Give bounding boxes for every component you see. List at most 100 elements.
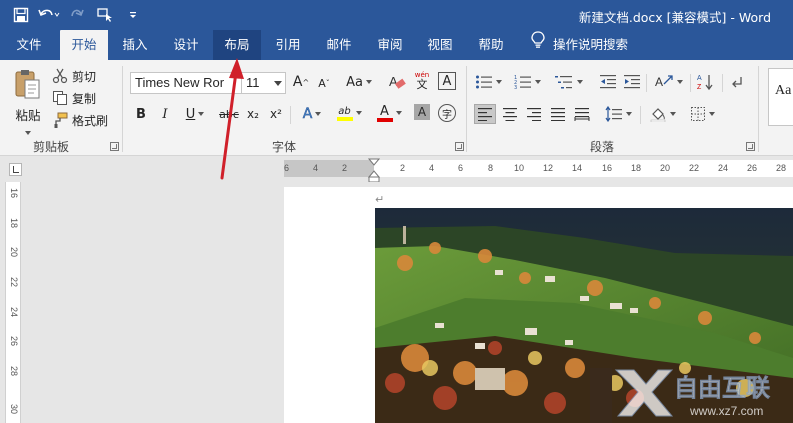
change-case-button[interactable]: Aa (344, 72, 374, 92)
ruler-number: 4 (429, 163, 435, 173)
tell-me-search[interactable]: 操作说明搜索 (531, 30, 628, 60)
format-painter-button[interactable]: 格式刷 (52, 110, 108, 130)
character-shading-button[interactable]: A (414, 104, 430, 120)
ruler-number: 24 (718, 163, 729, 173)
shading-button[interactable] (646, 104, 678, 124)
ribbon-home: 粘贴 剪切 复制 格式刷 剪贴板 Times New Ror 11 A ^ Aˇ … (0, 60, 793, 156)
superscript-button[interactable]: x² (267, 104, 285, 124)
enclose-characters-button[interactable]: 字 (438, 104, 456, 122)
align-right-button[interactable] (524, 104, 544, 124)
ruler-number: 10 (514, 163, 525, 173)
sort-icon[interactable]: AZ (696, 72, 716, 92)
vertical-ruler[interactable]: 16 18 20 22 24 26 28 30 (5, 182, 21, 423)
character-border-icon[interactable]: A (438, 72, 456, 90)
font-name-value: Times New Ror (135, 75, 225, 90)
borders-button[interactable] (686, 104, 718, 124)
horizontal-ruler[interactable]: 6 4 2 2 4 6 8 10 12 14 16 18 20 22 24 26… (284, 160, 793, 177)
indent-markers-icon[interactable] (368, 158, 380, 182)
decrease-indent-icon[interactable] (598, 72, 618, 92)
svg-text:Z: Z (697, 84, 702, 91)
paste-dropdown-icon[interactable] (25, 131, 31, 135)
touch-mode-icon[interactable] (94, 5, 116, 25)
quick-access-toolbar (10, 5, 144, 25)
cut-button[interactable]: 剪切 (52, 66, 96, 86)
clipboard-group-label: 剪贴板 (33, 140, 70, 154)
format-painter-icon (54, 112, 68, 128)
tab-references[interactable]: 引用 (266, 30, 310, 60)
cut-label: 剪切 (72, 69, 97, 84)
copy-button[interactable]: 复制 (52, 88, 96, 108)
font-size-dropdown-icon[interactable] (274, 81, 282, 86)
tab-selector-icon[interactable] (9, 163, 22, 176)
mini-divider (640, 106, 641, 124)
tab-home[interactable]: 开始 (60, 30, 108, 60)
mini-divider (690, 74, 691, 92)
shrink-font-icon[interactable]: Aˇ (316, 73, 332, 93)
font-size-value: 11 (246, 75, 260, 90)
mini-divider (722, 74, 723, 92)
paragraph-launcher-icon[interactable] (746, 142, 755, 151)
tell-me-label: 操作说明搜索 (553, 37, 629, 52)
style-preview: Aa (775, 83, 792, 98)
bullets-button[interactable] (474, 72, 502, 92)
underline-button[interactable]: U (182, 104, 208, 124)
ruler-number: 2 (342, 163, 348, 173)
font-color-button[interactable]: A (374, 103, 404, 123)
tab-file[interactable]: 文件 (10, 30, 48, 60)
clear-formatting-icon[interactable]: A (388, 72, 406, 92)
align-center-button[interactable] (500, 104, 520, 124)
redo-icon[interactable] (66, 5, 88, 25)
svg-text:A: A (697, 75, 702, 82)
subscript-button[interactable]: x₂ (244, 104, 262, 124)
numbering-button[interactable]: 123 (512, 72, 542, 92)
tab-review[interactable]: 审阅 (368, 30, 412, 60)
justify-button[interactable] (548, 104, 568, 124)
bold-button[interactable]: B (134, 104, 148, 124)
distributed-button[interactable] (572, 104, 592, 124)
font-name-combo[interactable]: Times New Ror (130, 72, 242, 94)
paste-button[interactable]: 粘贴 (10, 68, 46, 135)
tab-help[interactable]: 帮助 (469, 30, 513, 60)
watermark: 自由互联 www.xz7.com (610, 362, 793, 423)
lightbulb-icon (531, 30, 545, 60)
strikethrough-button[interactable]: abc (218, 104, 240, 124)
ruler-number: 2 (400, 163, 406, 173)
ruler-left-margin (284, 160, 374, 177)
customize-icon[interactable] (122, 5, 144, 25)
italic-button[interactable]: I (158, 104, 172, 124)
group-divider (466, 66, 467, 152)
text-effects-button[interactable]: A (298, 104, 326, 124)
styles-gallery[interactable]: Aa (768, 68, 793, 126)
ruler-number: 22 (9, 276, 19, 287)
highlight-color-button[interactable]: ab (334, 103, 364, 123)
tab-layout[interactable]: 布局 (213, 30, 261, 60)
copy-icon (53, 91, 67, 105)
font-launcher-icon[interactable] (455, 142, 464, 151)
font-size-combo[interactable]: 11 (241, 72, 286, 94)
svg-text:A: A (655, 75, 663, 89)
ribbon-tabs: 文件 开始 插入 设计 布局 引用 邮件 审阅 视图 帮助 操作说明搜索 (0, 30, 793, 60)
undo-icon[interactable] (38, 5, 60, 25)
clipboard-launcher-icon[interactable] (110, 142, 119, 151)
show-marks-icon[interactable] (728, 72, 746, 92)
tab-insert[interactable]: 插入 (114, 30, 156, 60)
ruler-number: 8 (488, 163, 494, 173)
paste-label: 粘贴 (15, 108, 41, 123)
multilevel-list-button[interactable] (552, 72, 584, 92)
ruler-number: 30 (9, 403, 19, 414)
grow-font-icon[interactable]: A ^ (292, 72, 310, 92)
ruler-number: 14 (572, 163, 583, 173)
phonetic-guide-icon[interactable]: wén 文 (412, 70, 432, 90)
align-left-button[interactable] (474, 104, 496, 124)
ruler-number: 6 (458, 163, 464, 173)
line-spacing-button[interactable] (602, 104, 634, 124)
watermark-brand: 自由互联 (674, 374, 770, 402)
increase-indent-icon[interactable] (622, 72, 642, 92)
save-icon[interactable] (10, 5, 32, 25)
ruler-number: 20 (660, 163, 671, 173)
ruler-number: 12 (543, 163, 554, 173)
tab-design[interactable]: 设计 (164, 30, 208, 60)
tab-mailings[interactable]: 邮件 (317, 30, 361, 60)
tab-view[interactable]: 视图 (418, 30, 462, 60)
chinese-layout-button[interactable]: A (652, 72, 684, 92)
